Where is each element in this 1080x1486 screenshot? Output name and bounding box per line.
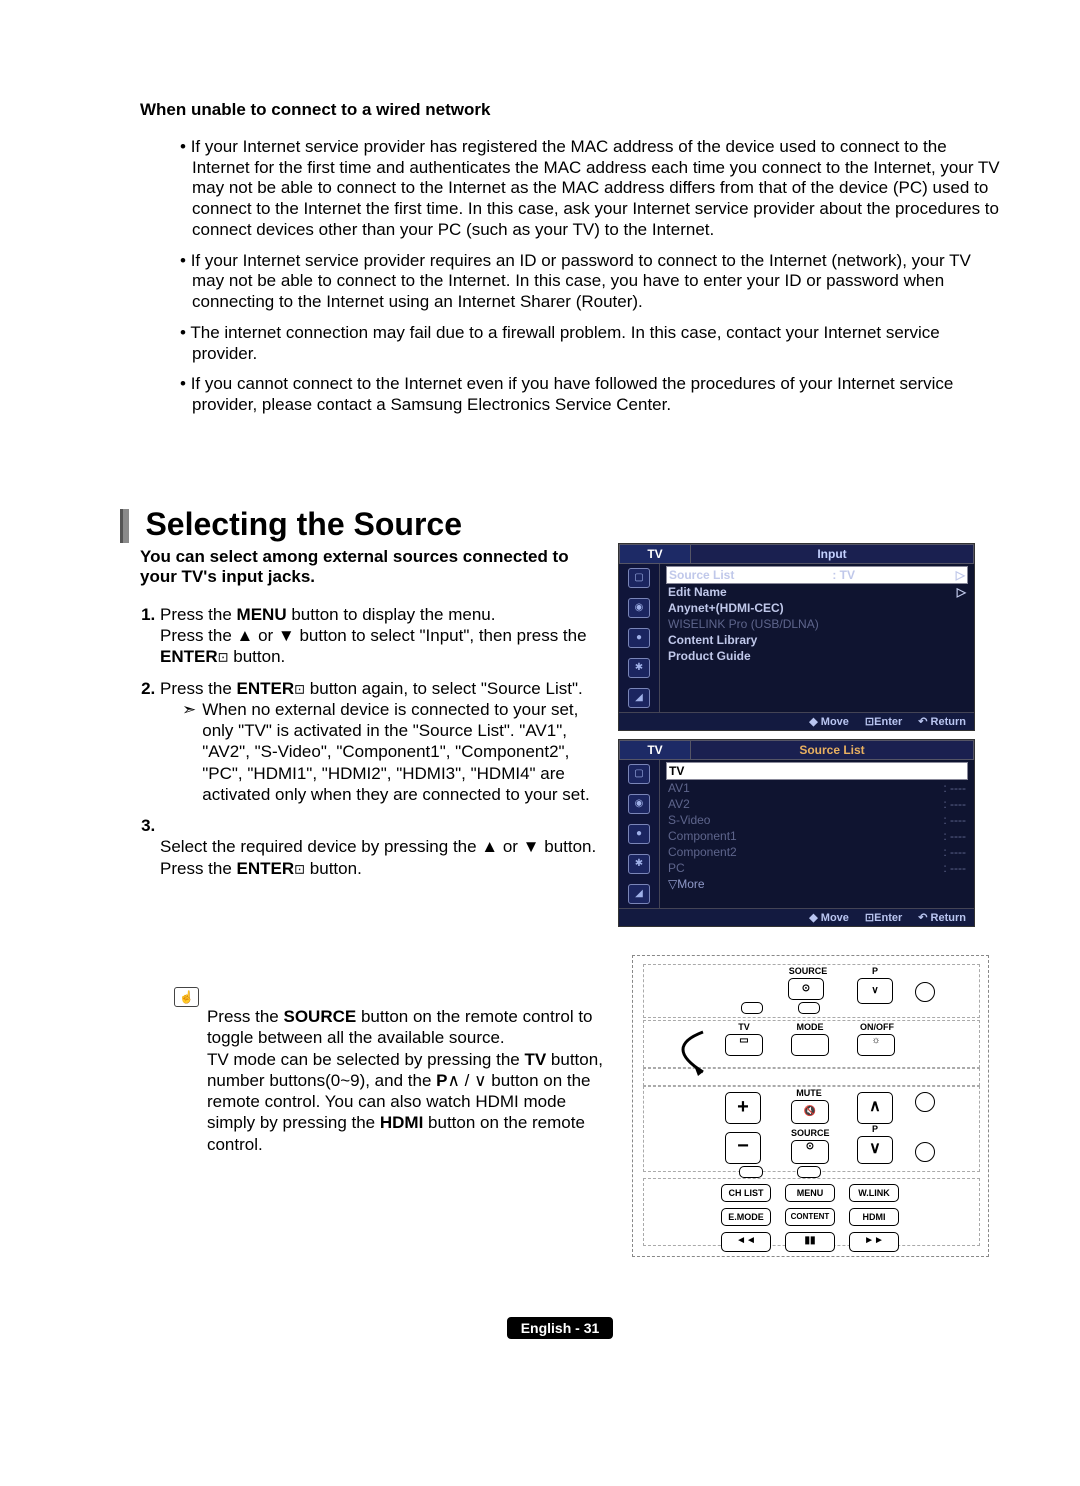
remote-small-button — [915, 1142, 935, 1162]
osd-row-more: ▽More — [666, 876, 968, 892]
osd-tab: TV — [619, 544, 691, 564]
heading-bar-icon — [120, 509, 129, 543]
tv-button: ▭ — [725, 1034, 763, 1056]
osd-row: Edit Name▷ — [666, 584, 968, 600]
page-footer: English - 31 — [507, 1317, 614, 1339]
remote-small-button — [797, 1166, 821, 1178]
source-button-2: ⊙ — [791, 1140, 829, 1164]
osd-title: Input — [691, 544, 974, 564]
osd-row: Product Guide — [666, 648, 968, 664]
forward-button: ►► — [849, 1232, 899, 1252]
osd-row: AV1: ---- — [666, 780, 968, 796]
osd-nav-icons: ▢ ◉ ● ✱ ◢ — [619, 564, 660, 712]
osd-menu-source-list: TV Source List ▢ ◉ ● ✱ ◢ TV AV1: ---- AV… — [618, 739, 975, 927]
wlink-button: W.LINK — [849, 1184, 899, 1202]
osd-row: AV2: ---- — [666, 796, 968, 812]
osd-row: PC: ---- — [666, 860, 968, 876]
tool-icon: ✱ — [628, 658, 650, 678]
osd-menu-input: TV Input ▢ ◉ ● ✱ ◢ Source List: TV▷ — [618, 543, 975, 731]
gear-icon: ◉ — [628, 794, 650, 814]
help-icon: ◢ — [628, 688, 650, 708]
tv-icon: ▢ — [628, 568, 650, 588]
bullet-item: The internet connection may fail due to … — [180, 323, 1000, 364]
subsection-heading: When unable to connect to a wired networ… — [140, 100, 1000, 120]
osd-footer: ◆ Move ⊡Enter ↶ Return — [619, 712, 974, 730]
bullet-item: If your Internet service provider requir… — [180, 251, 1000, 313]
pause-button: ▮▮ — [785, 1232, 835, 1252]
osd-tab: TV — [619, 740, 691, 760]
tool-icon: ✱ — [628, 854, 650, 874]
remote-label: TV — [733, 1022, 755, 1032]
osd-row: Component1: ---- — [666, 828, 968, 844]
osd-list: Source List: TV▷ Edit Name▷ Anynet+(HDMI… — [660, 564, 974, 712]
gear-icon: ◉ — [628, 598, 650, 618]
osd-row: WISELINK Pro (USB/DLNA) — [666, 616, 968, 632]
osd-row: TV — [666, 762, 968, 780]
remote-small-button — [915, 1092, 935, 1112]
remote-diagram: SOURCE ⊙ P ∨ TV ▭ MODE ON/OFF ☼ — [632, 955, 989, 1257]
remote-label: P — [865, 966, 885, 976]
step-item: Select the required device by pressing t… — [160, 815, 600, 879]
remote-small-button — [915, 982, 935, 1002]
help-icon: ◢ — [628, 884, 650, 904]
osd-row: Content Library — [666, 632, 968, 648]
osd-row: Source List: TV▷ — [666, 566, 968, 584]
remote-label: SOURCE — [791, 1128, 827, 1138]
steps-list: Press the MENU button to display the men… — [140, 604, 600, 879]
rewind-button: ◄◄ — [721, 1232, 771, 1252]
globe-icon: ● — [628, 824, 650, 844]
step-item: Press the MENU button to display the men… — [160, 604, 600, 668]
source-button: ⊙ — [788, 978, 824, 1000]
section-heading: Selecting the Source — [145, 506, 462, 543]
remote-small-button — [739, 1166, 763, 1178]
emode-button: E.MODE — [721, 1208, 771, 1226]
hdmi-button: HDMI — [849, 1208, 899, 1226]
osd-row: Component2: ---- — [666, 844, 968, 860]
osd-title: Source List — [691, 740, 974, 760]
remote-note: ☝ Press the SOURCE button on the remote … — [174, 985, 614, 1155]
menu-button: MENU — [785, 1184, 835, 1202]
tv-icon: ▢ — [628, 764, 650, 784]
p-up-button: ∧ — [857, 1092, 893, 1124]
vol-down-button: − — [725, 1132, 761, 1164]
vol-up-button: + — [725, 1092, 761, 1124]
section-intro: You can select among external sources co… — [140, 547, 600, 587]
enter-icon: ⊡ — [294, 861, 305, 876]
bullet-list: If your Internet service provider has re… — [140, 137, 1000, 416]
osd-row: Anynet+(HDMI-CEC) — [666, 600, 968, 616]
hand-icon: ☝ — [174, 987, 199, 1007]
p-down-button: ∨ — [857, 978, 893, 1004]
enter-icon: ⊡ — [294, 681, 305, 696]
p-down-button-2: ∨ — [857, 1136, 893, 1164]
step-item: Press the ENTER⊡ button again, to select… — [160, 678, 600, 806]
chlist-button: CH LIST — [721, 1184, 771, 1202]
osd-list: TV AV1: ---- AV2: ---- S-Video: ---- Com… — [660, 760, 974, 908]
remote-label: P — [865, 1124, 885, 1134]
content-button: CONTENT — [785, 1208, 835, 1226]
bullet-item: If you cannot connect to the Internet ev… — [180, 374, 1000, 415]
bullet-item: If your Internet service provider has re… — [180, 137, 1000, 241]
remote-small-button — [798, 1002, 820, 1014]
note-arrow-icon: ➣ — [182, 699, 196, 805]
globe-icon: ● — [628, 628, 650, 648]
osd-row: S-Video: ---- — [666, 812, 968, 828]
remote-label: SOURCE — [783, 966, 833, 976]
osd-nav-icons: ▢ ◉ ● ✱ ◢ — [619, 760, 660, 908]
mute-button: 🔇 — [791, 1100, 829, 1124]
remote-label: MUTE — [791, 1088, 827, 1098]
step-note: When no external device is connected to … — [202, 699, 600, 805]
mode-button — [791, 1034, 829, 1056]
remote-small-button — [741, 1002, 763, 1014]
callout-arrow-icon — [653, 1022, 713, 1082]
remote-label: ON/OFF — [855, 1022, 899, 1032]
osd-footer: ◆ Move ⊡Enter ↶ Return — [619, 908, 974, 926]
onoff-button: ☼ — [857, 1034, 895, 1056]
remote-label: MODE — [793, 1022, 827, 1032]
enter-icon: ⊡ — [218, 650, 229, 665]
